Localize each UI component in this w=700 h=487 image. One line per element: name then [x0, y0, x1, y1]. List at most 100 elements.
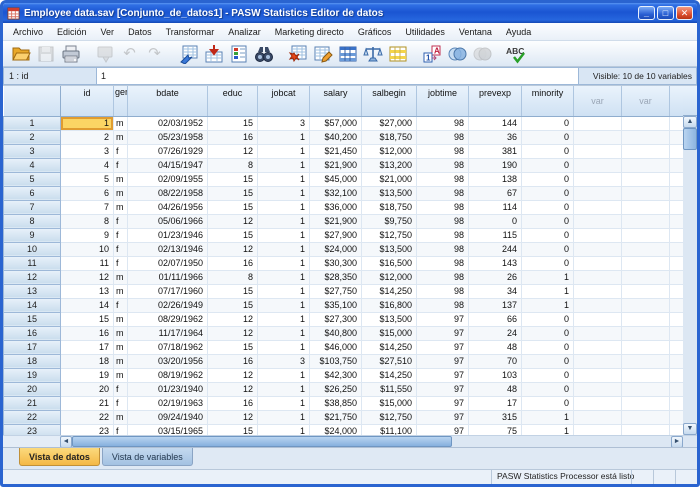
cell-prevexp[interactable]: 26: [469, 270, 522, 284]
row-header[interactable]: 3: [4, 144, 61, 158]
cell-minority[interactable]: 0: [522, 116, 574, 130]
cell-salbegin[interactable]: $14,250: [362, 340, 417, 354]
cell-var[interactable]: [574, 214, 622, 228]
cell-bdate[interactable]: 02/07/1950: [128, 256, 208, 270]
cell-educ[interactable]: 12: [208, 326, 258, 340]
cell-educ[interactable]: 15: [208, 186, 258, 200]
cell-salary[interactable]: $28,350: [310, 270, 362, 284]
cell-var[interactable]: [622, 186, 670, 200]
col-header-bdate[interactable]: bdate: [128, 86, 208, 116]
row-header[interactable]: 19: [4, 368, 61, 382]
col-header-minority[interactable]: minority: [522, 86, 574, 116]
menu-analizar[interactable]: Analizar: [221, 25, 268, 39]
cell-var[interactable]: [622, 214, 670, 228]
cell-minority[interactable]: 0: [522, 340, 574, 354]
cell-jobtime[interactable]: 97: [417, 396, 469, 410]
cell-salary[interactable]: $27,300: [310, 312, 362, 326]
insert-variable-icon[interactable]: [310, 42, 335, 65]
cell-var[interactable]: [574, 354, 622, 368]
cell-salbegin[interactable]: $14,250: [362, 368, 417, 382]
cell-jobcat[interactable]: 1: [258, 326, 310, 340]
menu-transformar[interactable]: Transformar: [159, 25, 222, 39]
cell-jobtime[interactable]: 98: [417, 242, 469, 256]
recall-dialogs-icon[interactable]: [92, 42, 117, 65]
cell-jobtime[interactable]: 98: [417, 256, 469, 270]
cell-bdate[interactable]: 01/23/1940: [128, 382, 208, 396]
cell-jobtime[interactable]: 97: [417, 312, 469, 326]
weight-cases-icon[interactable]: [360, 42, 385, 65]
cell-bdate[interactable]: 05/06/1966: [128, 214, 208, 228]
col-header-jobtime[interactable]: jobtime: [417, 86, 469, 116]
cell-jobtime[interactable]: 97: [417, 368, 469, 382]
menu-ayuda[interactable]: Ayuda: [499, 25, 538, 39]
cell-id[interactable]: 10: [61, 242, 114, 256]
spell-check-icon[interactable]: ABC: [503, 42, 528, 65]
cell-gender[interactable]: f: [114, 214, 128, 228]
col-header-educ[interactable]: educ: [208, 86, 258, 116]
row-header[interactable]: 10: [4, 242, 61, 256]
menu-graficos[interactable]: Gráficos: [351, 25, 399, 39]
insert-cases-icon[interactable]: [285, 42, 310, 65]
cell-educ[interactable]: 16: [208, 354, 258, 368]
cell-gender[interactable]: m: [114, 326, 128, 340]
cell-var[interactable]: [574, 116, 622, 130]
cell-minority[interactable]: 0: [522, 158, 574, 172]
cell-minority[interactable]: 0: [522, 354, 574, 368]
cell-var[interactable]: [574, 396, 622, 410]
cell-educ[interactable]: 15: [208, 172, 258, 186]
row-header[interactable]: 4: [4, 158, 61, 172]
cell-jobtime[interactable]: 98: [417, 130, 469, 144]
find-icon[interactable]: [251, 42, 276, 65]
cell-bdate[interactable]: 08/19/1962: [128, 368, 208, 382]
cell-prevexp[interactable]: 34: [469, 284, 522, 298]
go-to-variable-icon[interactable]: [201, 42, 226, 65]
select-cases-icon[interactable]: [385, 42, 410, 65]
print-icon[interactable]: [58, 42, 83, 65]
cell-bdate[interactable]: 03/15/1965: [128, 424, 208, 435]
cell-bdate[interactable]: 02/13/1946: [128, 242, 208, 256]
cell-bdate[interactable]: 07/26/1929: [128, 144, 208, 158]
cell-minority[interactable]: 1: [522, 270, 574, 284]
cell-id[interactable]: 5: [61, 172, 114, 186]
cell-minority[interactable]: 1: [522, 424, 574, 435]
col-header-salbegin[interactable]: salbegin: [362, 86, 417, 116]
cell-bdate[interactable]: 02/26/1949: [128, 298, 208, 312]
cell-var[interactable]: [574, 130, 622, 144]
cell-jobtime[interactable]: 97: [417, 424, 469, 435]
cell-bdate[interactable]: 01/23/1946: [128, 228, 208, 242]
cell-minority[interactable]: 0: [522, 256, 574, 270]
cell-jobcat[interactable]: 1: [258, 186, 310, 200]
cell-salbegin[interactable]: $18,750: [362, 130, 417, 144]
cell-var[interactable]: [622, 424, 670, 435]
cell-salary[interactable]: $57,000: [310, 116, 362, 130]
cell-salary[interactable]: $21,750: [310, 410, 362, 424]
cell-id[interactable]: 8: [61, 214, 114, 228]
row-header[interactable]: 9: [4, 228, 61, 242]
value-labels-icon[interactable]: A1: [419, 42, 444, 65]
menu-edicion[interactable]: Edición: [50, 25, 94, 39]
close-button[interactable]: ✕: [676, 6, 693, 20]
cell-gender[interactable]: f: [114, 256, 128, 270]
cell-minority[interactable]: 0: [522, 214, 574, 228]
col-header-var-2[interactable]: var: [622, 86, 670, 116]
cell-id[interactable]: 11: [61, 256, 114, 270]
cell-salbegin[interactable]: $16,500: [362, 256, 417, 270]
cell-bdate[interactable]: 07/17/1960: [128, 284, 208, 298]
row-header[interactable]: 2: [4, 130, 61, 144]
cell-bdate[interactable]: 02/09/1955: [128, 172, 208, 186]
row-header[interactable]: 12: [4, 270, 61, 284]
cell-salary[interactable]: $42,300: [310, 368, 362, 382]
cell-salary[interactable]: $40,200: [310, 130, 362, 144]
cell-prevexp[interactable]: 190: [469, 158, 522, 172]
cell-var[interactable]: [622, 396, 670, 410]
cell-salbegin[interactable]: $12,750: [362, 410, 417, 424]
cell-var[interactable]: [622, 242, 670, 256]
cell-gender[interactable]: f: [114, 396, 128, 410]
row-header[interactable]: 6: [4, 186, 61, 200]
cell-prevexp[interactable]: 48: [469, 340, 522, 354]
cell-var[interactable]: [574, 424, 622, 435]
cell-minority[interactable]: 1: [522, 410, 574, 424]
cell-jobtime[interactable]: 97: [417, 340, 469, 354]
cell-minority[interactable]: 0: [522, 312, 574, 326]
cell-bdate[interactable]: 08/29/1962: [128, 312, 208, 326]
